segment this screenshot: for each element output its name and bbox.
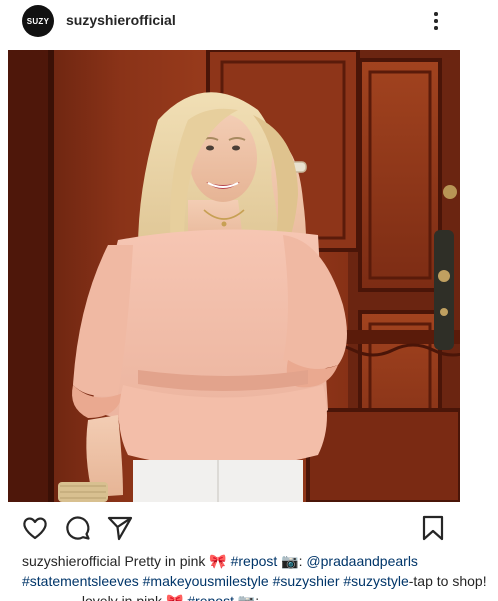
action-bar: [0, 505, 498, 549]
hashtag-suzystyle[interactable]: #suzystyle: [343, 573, 408, 589]
camera-emoji: 📷: [281, 553, 299, 569]
hashtag-suzyshier[interactable]: #suzyshier: [273, 573, 340, 589]
paper-plane-icon[interactable]: [105, 513, 135, 543]
more-options-icon[interactable]: [426, 10, 446, 32]
hashtag-makeyousmilestyle[interactable]: #makeyousmilestyle: [143, 573, 269, 589]
hashtag-statementsleeves[interactable]: #statementsleeves: [22, 573, 139, 589]
caption-colon-2: :: [255, 593, 260, 601]
caption: suzyshierofficial Pretty in pink 🎀 #repo…: [0, 551, 498, 601]
bookmark-icon[interactable]: [418, 513, 448, 543]
post-header: SUZY suzyshierofficial: [0, 0, 498, 44]
caption-colon: :: [298, 553, 303, 569]
comment-icon[interactable]: [63, 513, 93, 543]
bow-emoji-2: 🎀: [165, 593, 184, 601]
photo-image: [8, 50, 460, 502]
camera-emoji-2: 📷: [237, 593, 256, 601]
heart-icon[interactable]: [20, 513, 50, 543]
bow-emoji: 🎀: [209, 553, 227, 569]
post-photo[interactable]: [8, 50, 460, 502]
hashtag-repost-2[interactable]: #repost: [187, 593, 234, 601]
avatar[interactable]: SUZY: [22, 5, 54, 37]
caption-text: Pretty in pink: [124, 553, 206, 569]
post-username[interactable]: suzyshierofficial: [66, 12, 176, 28]
mention-pradaandpearls[interactable]: @pradaandpearls: [306, 553, 418, 569]
caption-username[interactable]: suzyshierofficial: [22, 553, 121, 569]
hashtag-repost[interactable]: #repost: [231, 553, 278, 569]
